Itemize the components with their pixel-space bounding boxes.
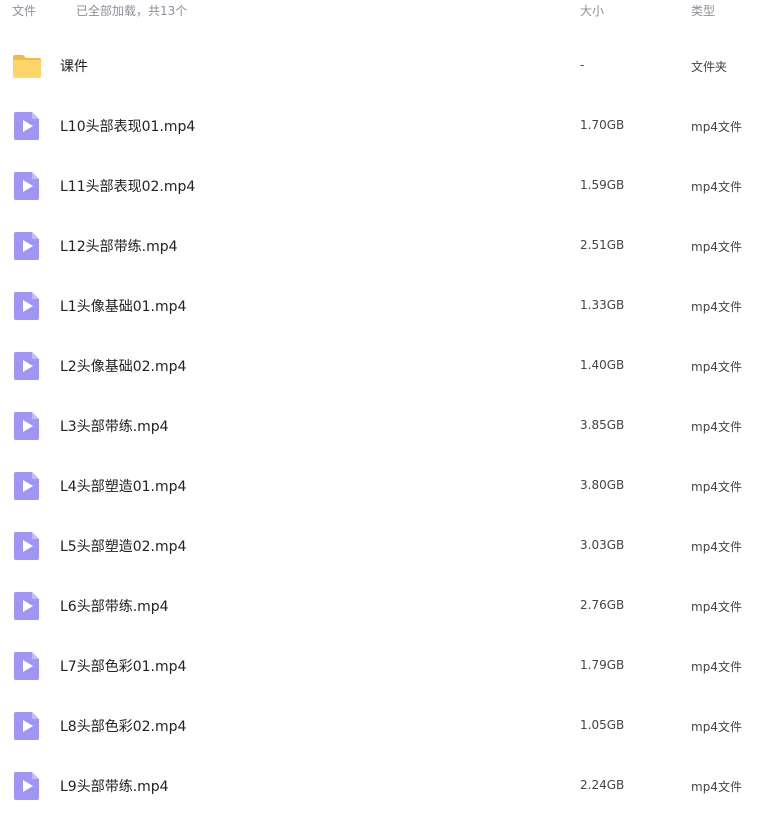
file-row[interactable]: L12头部带练.mp4 2.51GB mp4文件 [0, 216, 773, 276]
video-file-icon [12, 470, 42, 502]
file-size: 3.80GB [580, 478, 625, 492]
file-size: 2.24GB [580, 778, 625, 792]
file-type: mp4文件 [691, 660, 742, 674]
file-type: mp4文件 [691, 180, 742, 194]
file-size: 1.79GB [580, 658, 625, 672]
file-row[interactable]: L10头部表现01.mp4 1.70GB mp4文件 [0, 96, 773, 156]
file-size: 3.03GB [580, 538, 625, 552]
file-type: 文件夹 [691, 60, 728, 74]
file-row[interactable]: L8头部色彩02.mp4 1.05GB mp4文件 [0, 696, 773, 756]
file-row[interactable]: L9头部带练.mp4 2.24GB mp4文件 [0, 756, 773, 816]
file-name[interactable]: L11头部表现02.mp4 [60, 176, 195, 196]
video-file-icon [12, 770, 42, 802]
file-type: mp4文件 [691, 300, 742, 314]
file-name[interactable]: L5头部塑造02.mp4 [60, 536, 186, 556]
file-row[interactable]: 课件 - 文件夹 [0, 36, 773, 96]
file-row[interactable]: L2头像基础02.mp4 1.40GB mp4文件 [0, 336, 773, 396]
file-name[interactable]: L2头像基础02.mp4 [60, 356, 186, 376]
file-row[interactable]: L1头像基础01.mp4 1.33GB mp4文件 [0, 276, 773, 336]
file-row[interactable]: L4头部塑造01.mp4 3.80GB mp4文件 [0, 456, 773, 516]
file-row[interactable]: L11头部表现02.mp4 1.59GB mp4文件 [0, 156, 773, 216]
video-file-icon [12, 410, 42, 442]
video-file-icon [12, 530, 42, 562]
loaded-count-text: 已全部加载，共13个 [76, 4, 188, 18]
file-name[interactable]: L7头部色彩01.mp4 [60, 656, 186, 676]
file-size: - [580, 58, 585, 72]
file-size: 1.59GB [580, 178, 625, 192]
file-type: mp4文件 [691, 600, 742, 614]
file-name[interactable]: L9头部带练.mp4 [60, 776, 169, 796]
folder-icon [12, 50, 42, 82]
file-type: mp4文件 [691, 420, 742, 434]
video-file-icon [12, 290, 42, 322]
file-name[interactable]: L4头部塑造01.mp4 [60, 476, 186, 496]
file-type: mp4文件 [691, 120, 742, 134]
video-file-icon [12, 170, 42, 202]
file-size: 2.51GB [580, 238, 625, 252]
video-file-icon [12, 350, 42, 382]
file-size: 1.33GB [580, 298, 625, 312]
file-size: 1.05GB [580, 718, 625, 732]
file-list-header: 文件 已全部加载，共13个 大小 类型 [0, 0, 773, 22]
file-name[interactable]: L12头部带练.mp4 [60, 236, 178, 256]
column-header-file[interactable]: 文件 [12, 2, 36, 19]
video-file-icon [12, 650, 42, 682]
file-type: mp4文件 [691, 780, 742, 794]
column-header-type[interactable]: 类型 [691, 2, 715, 19]
file-row[interactable]: L5头部塑造02.mp4 3.03GB mp4文件 [0, 516, 773, 576]
column-header-size[interactable]: 大小 [580, 2, 604, 19]
file-list: 课件 - 文件夹 L10头部表现01.mp4 1.70GB mp4文件 L11头部表现02.… [0, 36, 773, 816]
file-name[interactable]: L1头像基础01.mp4 [60, 296, 186, 316]
file-size: 1.40GB [580, 358, 625, 372]
file-type: mp4文件 [691, 720, 742, 734]
video-file-icon [12, 110, 42, 142]
file-size: 2.76GB [580, 598, 625, 612]
file-type: mp4文件 [691, 480, 742, 494]
file-type: mp4文件 [691, 540, 742, 554]
file-name[interactable]: L10头部表现01.mp4 [60, 116, 195, 136]
file-name[interactable]: L3头部带练.mp4 [60, 416, 169, 436]
file-row[interactable]: L6头部带练.mp4 2.76GB mp4文件 [0, 576, 773, 636]
file-row[interactable]: L3头部带练.mp4 3.85GB mp4文件 [0, 396, 773, 456]
video-file-icon [12, 590, 42, 622]
file-size: 1.70GB [580, 118, 625, 132]
file-row[interactable]: L7头部色彩01.mp4 1.79GB mp4文件 [0, 636, 773, 696]
file-name[interactable]: 课件 [60, 56, 88, 76]
file-name[interactable]: L8头部色彩02.mp4 [60, 716, 186, 736]
file-size: 3.85GB [580, 418, 625, 432]
file-type: mp4文件 [691, 240, 742, 254]
video-file-icon [12, 230, 42, 262]
file-type: mp4文件 [691, 360, 742, 374]
file-name[interactable]: L6头部带练.mp4 [60, 596, 169, 616]
video-file-icon [12, 710, 42, 742]
